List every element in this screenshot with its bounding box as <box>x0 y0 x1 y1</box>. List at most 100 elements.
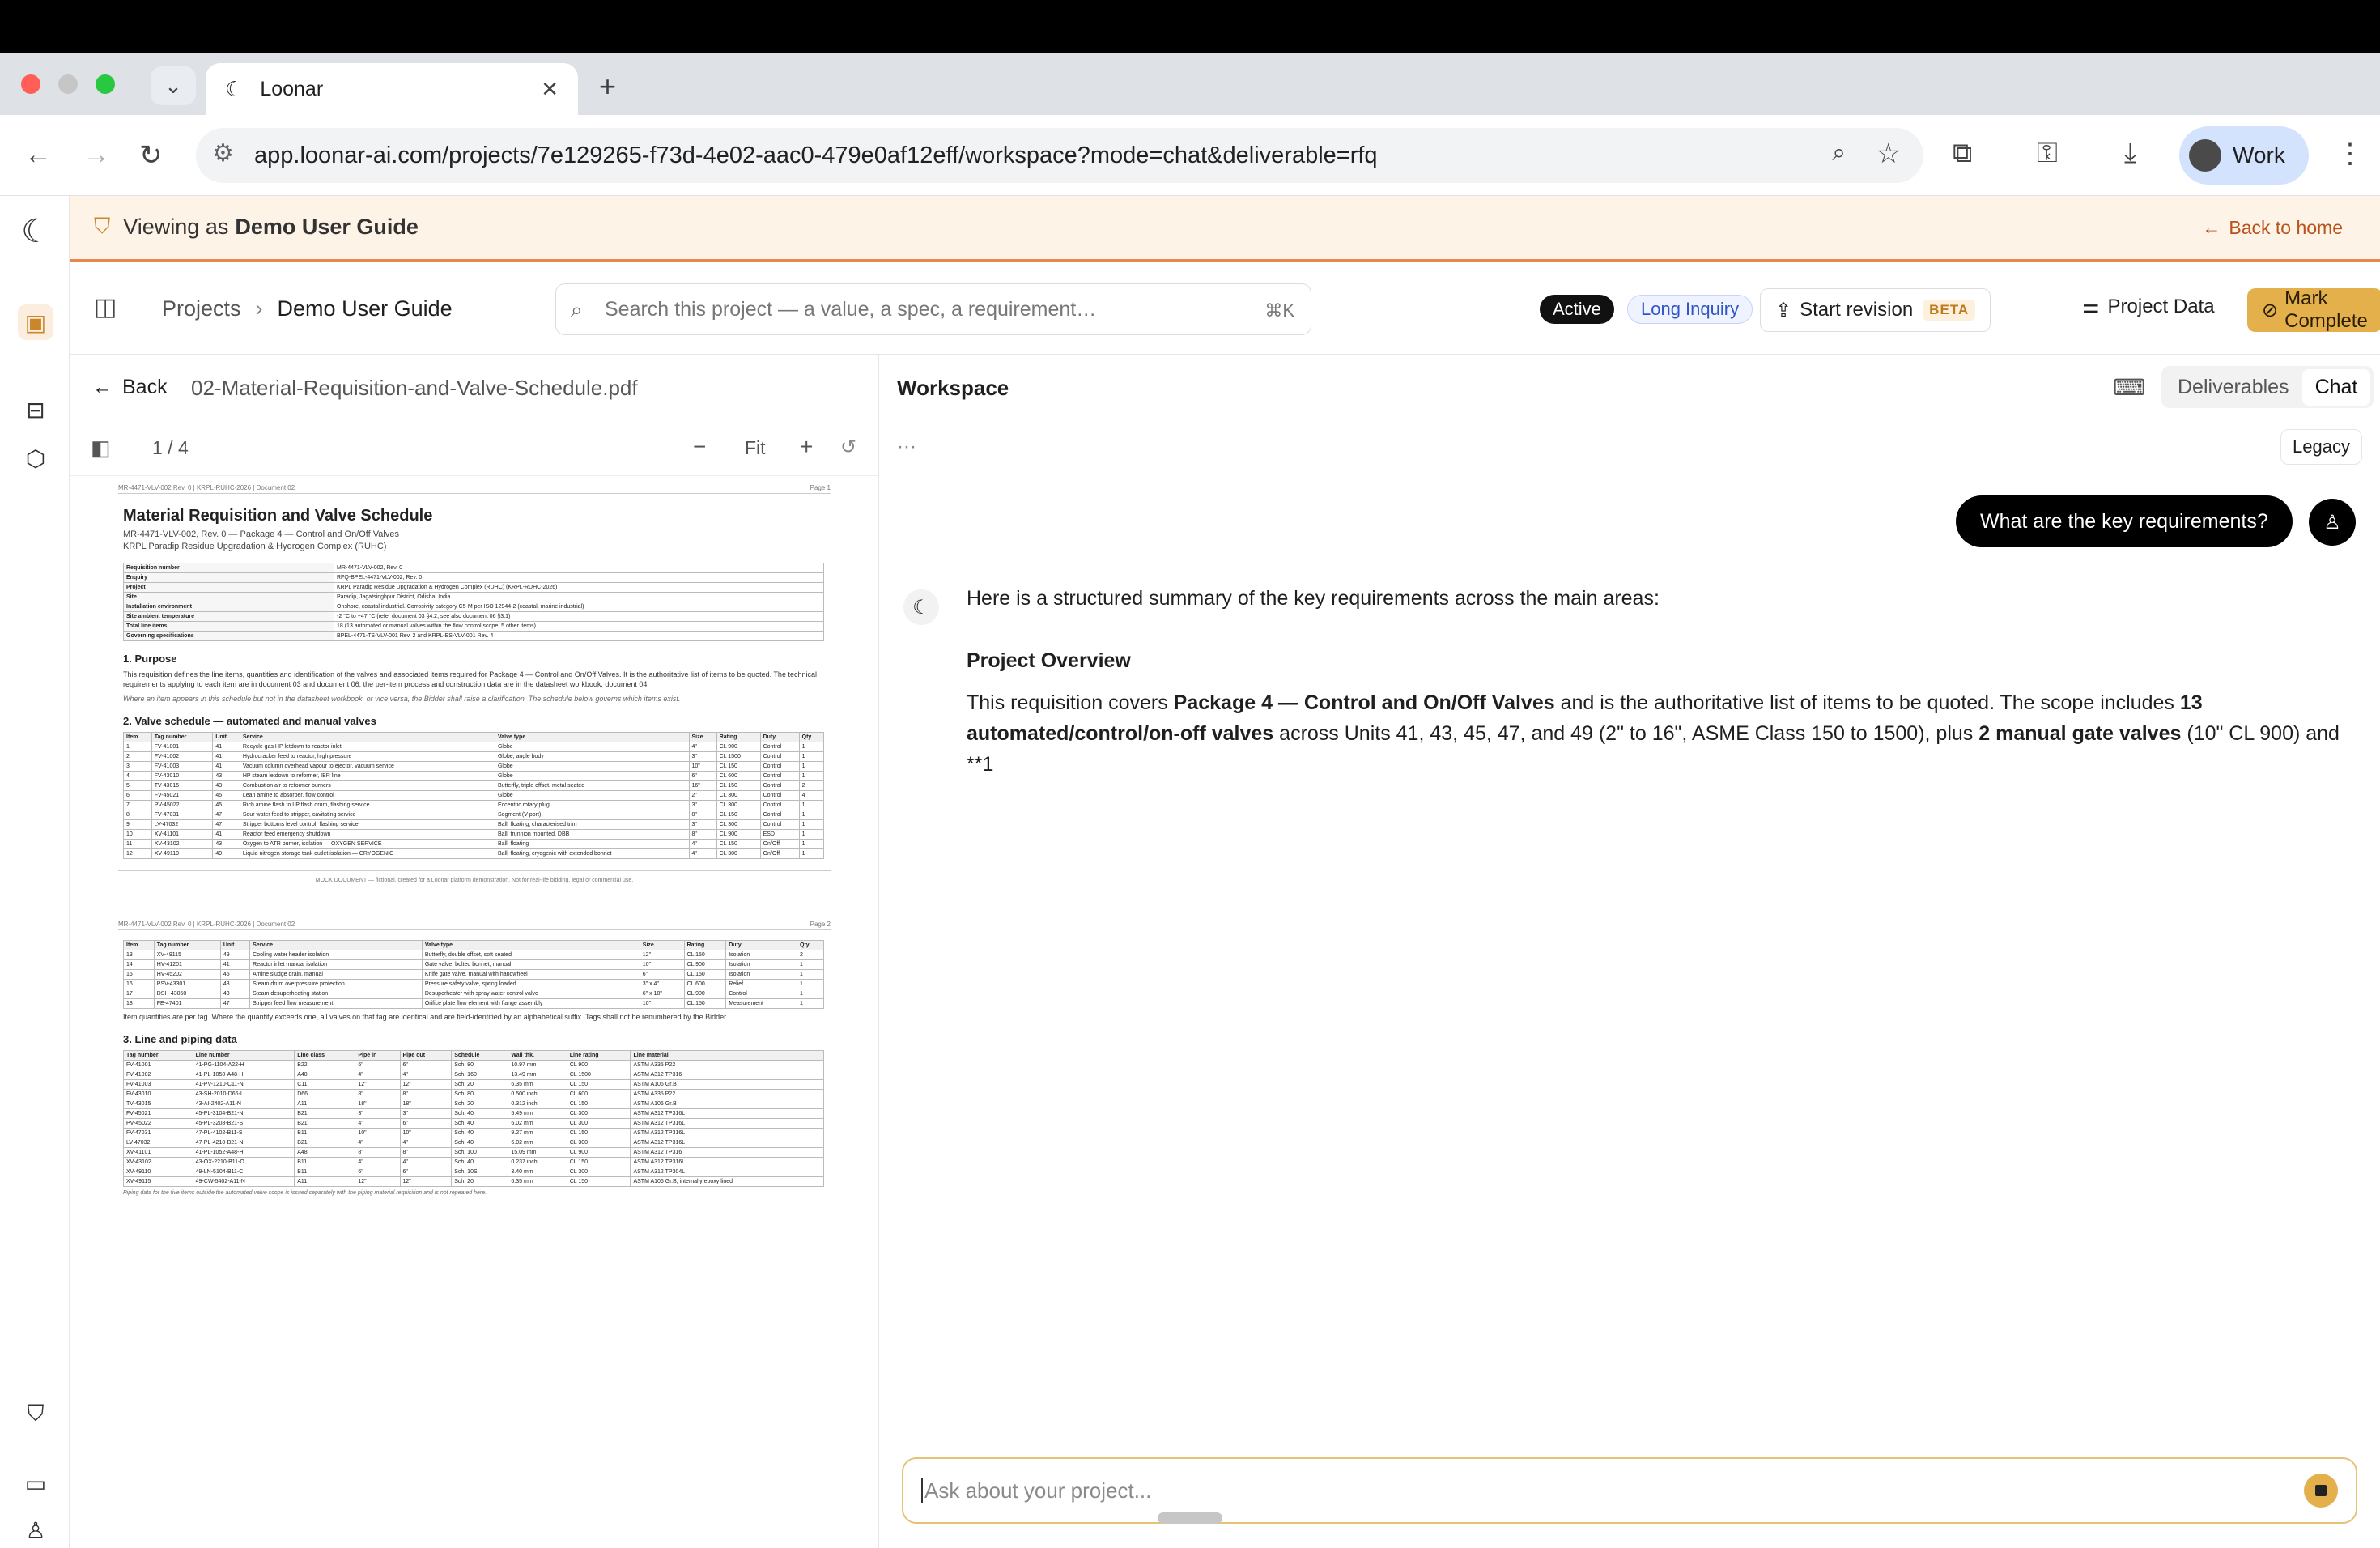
table-cell: 0.500 inch <box>508 1089 567 1099</box>
assistant-avatar-icon: ☾ <box>903 589 939 625</box>
maximize-window-button[interactable] <box>96 74 115 94</box>
browser-tab-active[interactable]: ☾ Loonar ✕ <box>206 63 578 115</box>
table-row: FV-45021 45-PL-3104-B21-N B21 3" 3" Sch. 40 5.… <box>123 1108 824 1119</box>
project-data-button[interactable]: ⚌ Project Data <box>2082 295 2215 318</box>
site-settings-icon[interactable]: ⚙ <box>212 139 234 168</box>
more-options-icon[interactable]: ··· <box>897 436 916 458</box>
scrollbar-thumb[interactable] <box>1158 1512 1222 1524</box>
column-header: Line rating <box>566 1050 631 1061</box>
table-cell: 43-AI-2402-A11-N <box>192 1099 295 1109</box>
table-cell: Installation environment <box>123 602 334 612</box>
table-cell: 7 <box>123 800 152 810</box>
table-cell: 41-PL-1050-A48-H <box>192 1070 295 1080</box>
info-row: Site Paradip, Jagatsinghpur District, Odi… <box>123 592 824 602</box>
profile-button[interactable]: Work <box>2179 126 2309 185</box>
browser-menu-icon[interactable]: ⋮ <box>2336 138 2364 170</box>
pdf-back-button[interactable]: ← Back <box>92 376 168 399</box>
tab-chat[interactable]: Chat <box>2301 368 2371 406</box>
document-title: Material Requisition and Valve Schedule <box>123 507 433 525</box>
table-cell: Sch. 100 <box>451 1147 509 1158</box>
legacy-button[interactable]: Legacy <box>2280 429 2362 465</box>
new-tab-button[interactable]: + <box>599 70 616 104</box>
project-search-input[interactable]: ⌕ Search this project — a value, a spec,… <box>555 283 1311 335</box>
breadcrumb-projects[interactable]: Projects <box>162 296 241 321</box>
download-icon[interactable]: ⤓ <box>2124 138 2136 169</box>
tab-deliverables[interactable]: Deliverables <box>2165 369 2302 406</box>
table-cell: 4" <box>355 1070 401 1080</box>
table-cell: Ball, floating, characterised trim <box>494 819 690 830</box>
table-cell: 11 <box>123 839 152 849</box>
stop-generation-button[interactable] <box>2304 1474 2338 1508</box>
tab-search-button[interactable]: ⌄ <box>151 66 196 105</box>
search-icon: ⌕ <box>571 297 583 321</box>
table-cell: B11 <box>294 1128 356 1138</box>
column-header: Qty <box>798 732 825 742</box>
chat-input[interactable]: Ask about your project... <box>902 1457 2357 1524</box>
back-arrow-icon[interactable]: ← <box>24 139 52 171</box>
address-bar[interactable]: ⚙ app.loonar-ai.com/projects/7e129265-f7… <box>196 128 1923 183</box>
chat-bubble-icon[interactable]: ▭ <box>18 1465 53 1501</box>
table-cell: Isolation <box>725 950 798 960</box>
table-cell: Control <box>759 761 800 772</box>
close-tab-icon[interactable]: ✕ <box>541 77 559 102</box>
table-cell: 3 <box>123 761 152 772</box>
book-icon[interactable]: ⊟ <box>18 392 53 427</box>
table-cell: 43 <box>219 989 251 999</box>
close-window-button[interactable] <box>21 74 40 94</box>
table-cell: Steam desuperheating station <box>249 989 423 999</box>
keyboard-icon[interactable]: ⌨ <box>2113 374 2145 401</box>
user-icon[interactable]: ♙ <box>18 1512 53 1548</box>
column-header: Duty <box>759 732 800 742</box>
table-cell: CL 300 <box>716 790 761 801</box>
pdf-toolbar: ◧ 1 / 4 − Fit + ↺ <box>70 419 878 476</box>
table-cell: 16" <box>688 780 717 791</box>
info-row: Total line items 18 (13 automated or manu… <box>123 621 824 632</box>
minimize-window-button[interactable] <box>58 74 78 94</box>
password-key-icon[interactable]: ⚿ <box>2037 138 2058 169</box>
mark-complete-button[interactable]: ⊘ Mark Complete <box>2247 287 2380 332</box>
zoom-out-icon[interactable]: − <box>693 434 706 460</box>
zoom-in-icon[interactable]: + <box>800 434 813 460</box>
projects-folder-icon[interactable]: ▣ <box>18 304 53 340</box>
forward-arrow-icon[interactable]: → <box>83 139 110 171</box>
table-row: FV-47031 47-PL-4102-B11-S B11 10" 10" Sch. 40… <box>123 1128 824 1138</box>
table-cell: CL 150 <box>716 810 761 820</box>
table-cell: ASTM A312 TP316L <box>630 1157 824 1167</box>
document-subtitle-2: KRPL Paradip Residue Upgradation & Hydro… <box>123 542 387 551</box>
profile-label: Work <box>2233 142 2285 168</box>
table-cell: 45 <box>212 790 240 801</box>
thumbnail-panel-icon[interactable]: ◧ <box>91 436 111 461</box>
bookmark-star-icon[interactable]: ☆ <box>1876 138 1901 170</box>
reload-icon[interactable]: ↻ <box>139 139 163 172</box>
table-cell: 1 <box>798 800 825 810</box>
table-cell: Reactor inlet manual isolation <box>249 959 423 970</box>
shield-icon[interactable]: ⛉ <box>18 1396 53 1431</box>
extensions-icon[interactable]: ⧉ <box>1953 138 1972 169</box>
table-cell: Orifice plate flow element with flange a… <box>421 998 640 1009</box>
table-row: TV-43015 43-AI-2402-A11-N A11 18" 18" Sch. 20… <box>123 1099 824 1109</box>
package-box-icon[interactable]: ⬡ <box>18 440 53 476</box>
table-cell: 47-PL-4210-B21-N <box>192 1138 295 1148</box>
table-cell: XV-49115 <box>123 1176 193 1187</box>
purpose-heading: 1. Purpose <box>123 653 177 665</box>
table-cell: FV-45021 <box>151 790 214 801</box>
search-placeholder: Search this project — a value, a spec, a… <box>605 297 1097 321</box>
table-cell: 3.40 mm <box>508 1167 567 1177</box>
rotate-icon[interactable]: ↺ <box>840 436 856 459</box>
table-cell: 10" <box>399 1128 453 1138</box>
table-cell: 1 <box>797 959 824 970</box>
table-cell: 12" <box>355 1079 401 1090</box>
sidebar-toggle-icon[interactable]: ◫ <box>94 293 117 321</box>
back-to-home-link[interactable]: ← Back to home <box>2202 217 2343 239</box>
info-row: Enquiry RFQ-BPEL-4471-VLV-002, Rev. 0 <box>123 572 824 583</box>
table-cell: B21 <box>294 1118 356 1129</box>
fit-button[interactable]: Fit <box>745 437 766 459</box>
loonar-logo-icon[interactable]: ☾ <box>18 214 53 249</box>
text-caret <box>921 1478 923 1503</box>
column-header: Wall thk. <box>508 1050 567 1061</box>
table-cell: Stripper bottoms level control, flashing… <box>239 819 495 830</box>
zoom-icon[interactable]: ⌕ <box>1832 139 1846 167</box>
table-cell: 47 <box>212 810 240 820</box>
start-revision-button[interactable]: ⇪ Start revision BETA <box>1760 288 1991 332</box>
table-cell: 4 <box>798 790 825 801</box>
